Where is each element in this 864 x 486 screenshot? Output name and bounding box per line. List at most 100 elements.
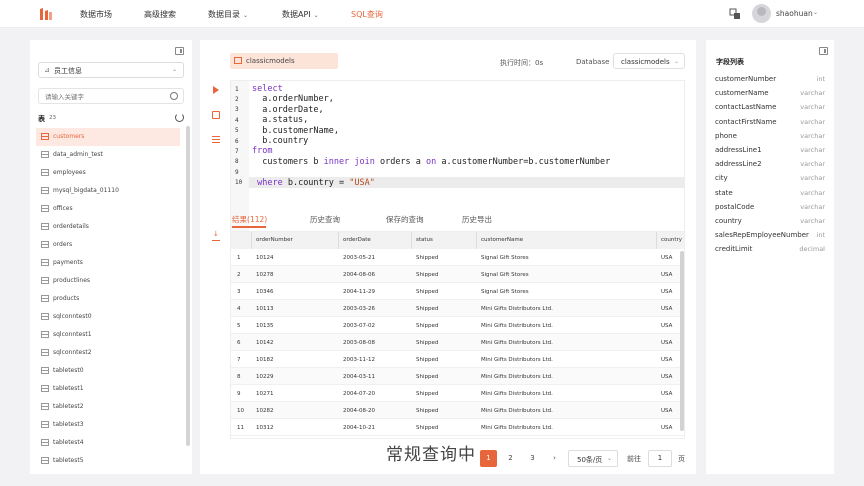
active-tab-underline: [232, 226, 266, 228]
sidebar-table-item[interactable]: tabletest5: [36, 452, 180, 470]
sql-keyword: from: [252, 146, 273, 157]
sidebar-table-item[interactable]: data_admin_test: [36, 146, 180, 164]
next-page-button[interactable]: ›: [546, 450, 563, 467]
collapse-panel-icon[interactable]: [175, 47, 184, 55]
collapse-panel-icon[interactable]: [819, 47, 828, 55]
page-button-2[interactable]: 2: [502, 450, 519, 467]
sidebar-table-item[interactable]: products: [36, 290, 180, 308]
nav-item-3[interactable]: 数据API ⌄: [282, 9, 319, 20]
table-row[interactable]: 4 10113 2003-03-26 Shipped Mini Gifts Distri…: [231, 300, 684, 317]
field-row[interactable]: customerName varchar: [715, 89, 825, 103]
table-row[interactable]: 9 10271 2004-07-20 Shipped Mini Gifts Distri…: [231, 385, 684, 402]
field-row[interactable]: country varchar: [715, 217, 825, 231]
sidebar-table-item[interactable]: payments: [36, 254, 180, 272]
sidebar-table-item[interactable]: sqlconntest2: [36, 344, 180, 362]
field-row[interactable]: contactFirstName varchar: [715, 118, 825, 132]
column-header[interactable]: status: [411, 232, 433, 249]
line-number: 3: [235, 106, 239, 114]
field-row[interactable]: creditLimit decimal: [715, 245, 825, 259]
result-tab-2[interactable]: 保存的查询: [386, 214, 424, 225]
table-row[interactable]: 6 10142 2003-08-08 Shipped Mini Gifts Distri…: [231, 334, 684, 351]
nav-item-0[interactable]: 数据市场: [80, 9, 112, 20]
field-row[interactable]: customerNumber int: [715, 75, 825, 89]
field-row[interactable]: phone varchar: [715, 132, 825, 146]
app-logo-icon[interactable]: [38, 6, 54, 22]
search-icon[interactable]: [170, 92, 178, 100]
translate-icon[interactable]: [729, 8, 741, 20]
column-header[interactable]: country: [656, 232, 682, 249]
run-query-icon[interactable]: [213, 86, 219, 94]
sidebar-table-item[interactable]: orders: [36, 236, 180, 254]
table-cell: Mini Gifts Distributors Ltd.: [481, 391, 553, 397]
sidebar-table-item[interactable]: tabletest0: [36, 362, 180, 380]
nav-item-4[interactable]: SQL查询: [351, 9, 383, 20]
table-cell: USA: [661, 391, 673, 397]
prev-page-button[interactable]: ‹: [454, 450, 471, 467]
sidebar-table-item[interactable]: tabletest4: [36, 434, 180, 452]
nav-item-1[interactable]: 高级搜索: [144, 9, 176, 20]
page-size-select[interactable]: 50条/页 ⌄: [568, 450, 618, 467]
table-cell: USA: [661, 272, 673, 278]
user-avatar[interactable]: [752, 4, 771, 23]
goto-page-input[interactable]: 1: [648, 450, 672, 467]
sql-text: customers b: [252, 156, 324, 167]
table-cell: 10113: [256, 306, 274, 312]
result-tab-3[interactable]: 历史导出: [462, 214, 492, 225]
database-select[interactable]: ⊿ 员工信息 ⌄: [38, 62, 184, 78]
column-header[interactable]: orderDate: [338, 232, 371, 249]
save-query-icon[interactable]: [212, 111, 220, 119]
table-row[interactable]: 5 10135 2003-07-02 Shipped Mini Gifts Distri…: [231, 317, 684, 334]
sidebar-table-item[interactable]: customers: [36, 128, 180, 146]
table-cell: 2004-08-06: [343, 272, 375, 278]
sidebar-table-item[interactable]: orderdetails: [36, 218, 180, 236]
field-row[interactable]: contactLastName varchar: [715, 103, 825, 117]
username-label[interactable]: shaohuan: [776, 9, 813, 18]
results-scrollbar[interactable]: [680, 251, 684, 431]
table-row[interactable]: 8 10229 2004-03-11 Shipped Mini Gifts Distri…: [231, 368, 684, 385]
column-header[interactable]: orderNumber: [251, 232, 293, 249]
table-row[interactable]: 11 10312 2004-10-21 Shipped Mini Gifts Distr…: [231, 419, 684, 436]
table-icon: [41, 241, 49, 248]
sidebar-table-item[interactable]: sqlconntest0: [36, 308, 180, 326]
sql-editor[interactable]: 1 2 3 4 5 6 7 8 9 10 select a.orderNumber, a.orde…: [230, 80, 685, 242]
sidebar-table-item[interactable]: mysql_bigdata_01110: [36, 182, 180, 200]
chevron-down-icon[interactable]: ⌄: [813, 9, 818, 16]
page-button-3[interactable]: 3: [524, 450, 541, 467]
table-row[interactable]: 1 10124 2003-05-21 Shipped Signal Gift Store…: [231, 249, 684, 266]
sidebar-table-item[interactable]: sqlconntest1: [36, 326, 180, 344]
sidebar-table-item[interactable]: employees: [36, 164, 180, 182]
table-cell: 2004-03-11: [343, 374, 375, 380]
field-row[interactable]: addressLine1 varchar: [715, 146, 825, 160]
sidebar-table-item[interactable]: tabletest1: [36, 380, 180, 398]
table-row[interactable]: 7 10182 2003-11-12 Shipped Mini Gifts Distri…: [231, 351, 684, 368]
refresh-icon[interactable]: [175, 113, 184, 122]
sidebar-table-item[interactable]: productlines: [36, 272, 180, 290]
nav-item-2[interactable]: 数据目录 ⌄: [208, 9, 248, 20]
table-cell: Shipped: [416, 425, 439, 431]
sidebar-table-item[interactable]: offices: [36, 200, 180, 218]
page-button-1[interactable]: 1: [480, 450, 497, 467]
field-row[interactable]: addressLine2 varchar: [715, 160, 825, 174]
database-dropdown[interactable]: classicmodels ⌄: [613, 53, 685, 69]
column-header[interactable]: customerName: [476, 232, 523, 249]
table-row[interactable]: 10 10282 2004-08-20 Shipped Mini Gifts Distr…: [231, 402, 684, 419]
line-number: 7: [235, 147, 239, 155]
result-tab-0[interactable]: 结果(112): [232, 214, 267, 225]
field-row[interactable]: state varchar: [715, 189, 825, 203]
field-row[interactable]: postalCode varchar: [715, 203, 825, 217]
field-row[interactable]: city varchar: [715, 174, 825, 188]
table-row[interactable]: 3 10346 2004-11-29 Shipped Signal Gift Store…: [231, 283, 684, 300]
result-tab-1[interactable]: 历史查询: [310, 214, 340, 225]
table-row[interactable]: 2 10278 2004-08-06 Shipped Signal Gift Store…: [231, 266, 684, 283]
sidebar-table-item[interactable]: tabletest2: [36, 398, 180, 416]
download-icon[interactable]: [212, 230, 220, 241]
table-cell: Shipped: [416, 323, 439, 329]
format-list-icon[interactable]: [212, 136, 220, 143]
field-type: varchar: [800, 217, 825, 225]
sidebar-table-item[interactable]: tabletest3: [36, 416, 180, 434]
sidebar-scrollbar[interactable]: [186, 126, 190, 446]
nav-item-label: 数据市场: [80, 10, 112, 19]
sidebar-table-name: payments: [53, 259, 83, 266]
field-row[interactable]: salesRepEmployeeNumber int: [715, 231, 825, 245]
table-search-input[interactable]: [45, 91, 163, 102]
